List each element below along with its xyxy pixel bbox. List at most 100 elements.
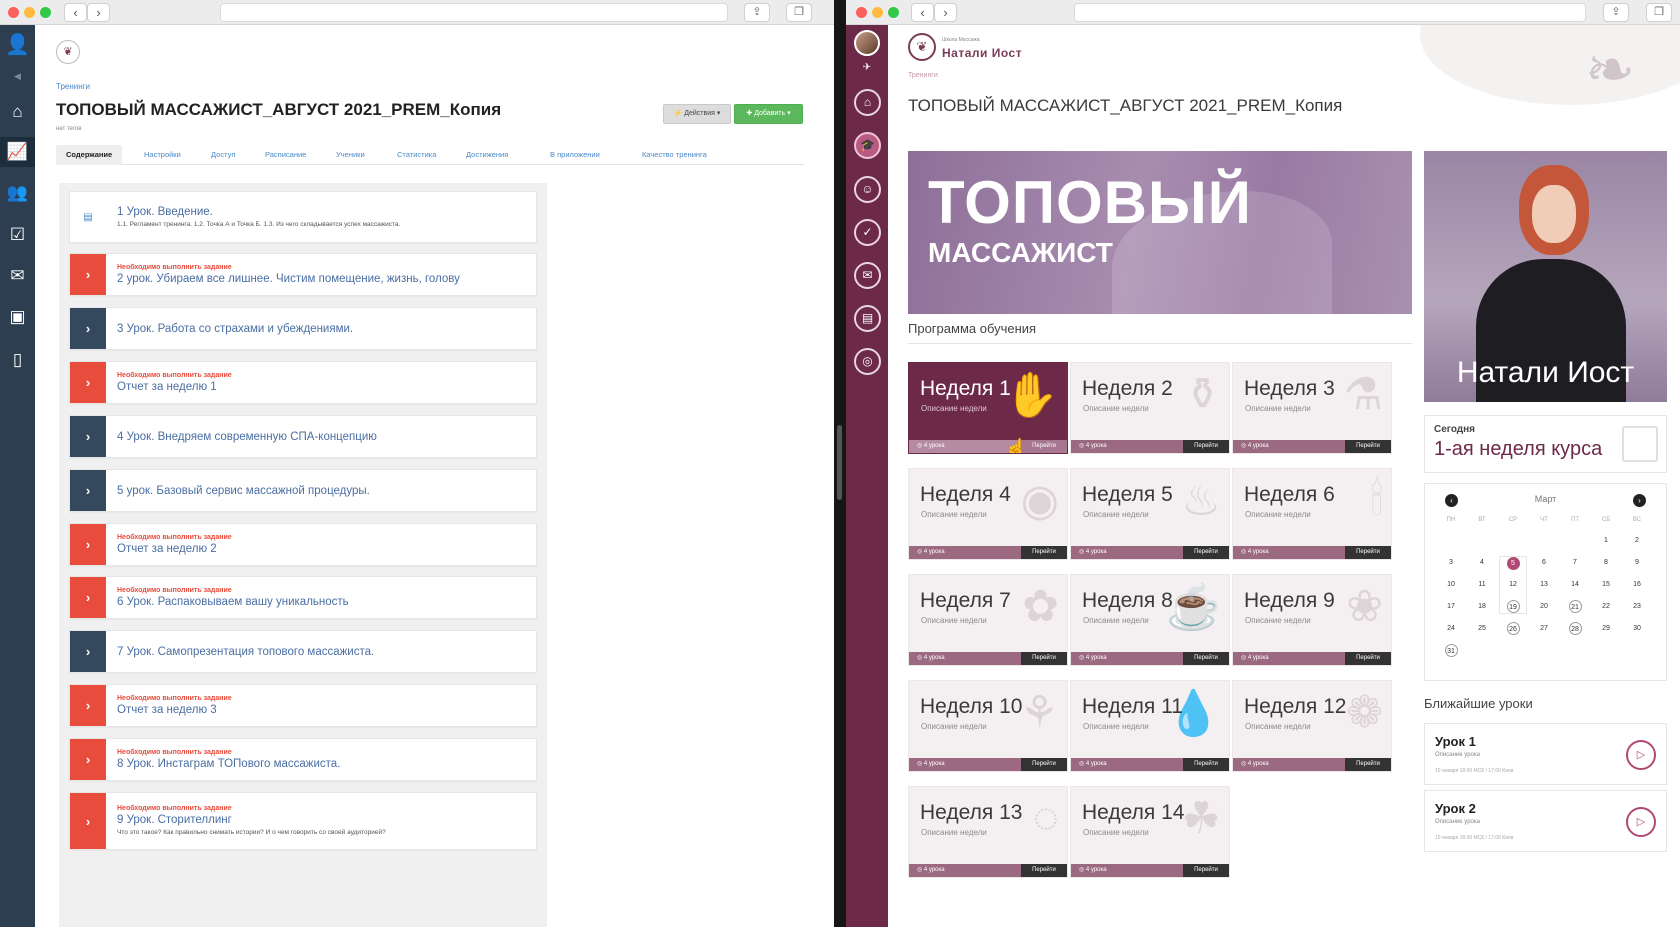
tab-schedule[interactable]: Расписание — [265, 145, 306, 165]
collapse-icon[interactable]: ◀ — [0, 61, 35, 91]
address-bar[interactable] — [220, 3, 728, 22]
week-go-button[interactable]: Перейти — [1021, 758, 1067, 771]
mobile-icon[interactable]: ▯ — [0, 345, 35, 375]
calendar-day[interactable]: 23 — [1623, 600, 1651, 613]
week-card[interactable]: 💧 Неделя 11 Описание недели ◎ 4 урока Перейт… — [1070, 680, 1230, 772]
week-card[interactable]: ❀ Неделя 9 Описание недели ◎ 4 урока Перейти — [1232, 574, 1392, 666]
tabs-icon[interactable]: ❐ — [1646, 3, 1672, 22]
week-go-button[interactable]: Перейти — [1021, 440, 1067, 453]
week-go-button[interactable]: Перейти — [1021, 546, 1067, 559]
week-go-button[interactable]: Перейти — [1345, 440, 1391, 453]
upcoming-lesson-card[interactable]: Урок 1 Описание урока 10 января 18:00 МСК … — [1424, 723, 1667, 785]
address-bar[interactable] — [1074, 3, 1586, 22]
calendar-day[interactable]: 3 — [1437, 556, 1465, 569]
maximize-window-button[interactable] — [40, 7, 51, 18]
week-go-button[interactable]: Перейти — [1021, 864, 1067, 877]
week-go-button[interactable]: Перейти — [1183, 758, 1229, 771]
week-card[interactable]: ✋ Неделя 1 Описание недели ◎ 4 урока Перейти… — [908, 362, 1068, 454]
lesson-title[interactable]: 5 урок. Базовый сервис массажной процеду… — [117, 485, 530, 497]
calendar-day[interactable]: 31 — [1437, 644, 1465, 658]
calendar-day[interactable]: 18 — [1468, 600, 1496, 613]
lesson-row[interactable]: › 4 Урок. Внедряем современную СПА-концеп… — [69, 415, 537, 458]
users-icon[interactable]: 👥 — [0, 178, 35, 208]
calendar-day[interactable]: 27 — [1530, 622, 1558, 635]
mail-icon[interactable]: ✉ — [0, 261, 35, 291]
calendar-day[interactable]: 10 — [1437, 578, 1465, 591]
tab-students[interactable]: Ученики — [336, 145, 365, 165]
lesson-row[interactable]: › Необходимо выполнить задание Отчет за не… — [69, 361, 537, 404]
chat-icon[interactable]: ✉ — [854, 262, 881, 289]
lesson-row[interactable]: › 3 Урок. Работа со страхами и убеждениям… — [69, 307, 537, 350]
forward-icon[interactable]: › — [934, 3, 957, 22]
week-card[interactable]: ⚗ Неделя 3 Описание недели ◎ 4 урока Перейти — [1232, 362, 1392, 454]
calendar-day[interactable]: 7 — [1561, 556, 1589, 569]
tasks-icon[interactable]: ☑ — [0, 220, 35, 250]
lesson-title[interactable]: 6 Урок. Распаковываем вашу уникальность — [117, 596, 530, 608]
target-icon[interactable]: ◎ — [854, 348, 881, 375]
lesson-row[interactable]: › Необходимо выполнить задание 9 Урок. Сто… — [69, 792, 537, 850]
chevron-right-icon[interactable]: › — [70, 631, 106, 672]
chevron-right-icon[interactable]: › — [70, 524, 106, 565]
back-icon[interactable]: ‹ — [64, 3, 87, 22]
chevron-right-icon[interactable]: › — [70, 416, 106, 457]
chevron-right-icon[interactable]: › — [70, 254, 106, 295]
chevron-right-icon[interactable]: › — [70, 470, 106, 511]
calendar-day[interactable]: 28 — [1561, 622, 1589, 636]
tab-access[interactable]: Доступ — [211, 145, 235, 165]
forward-icon[interactable]: › — [87, 3, 110, 22]
close-window-button[interactable] — [856, 7, 867, 18]
profile-icon[interactable]: ☺ — [854, 176, 881, 203]
week-go-button[interactable]: Перейти — [1345, 758, 1391, 771]
close-window-button[interactable] — [8, 7, 19, 18]
chart-icon[interactable]: 📈 — [0, 137, 35, 167]
share-icon[interactable]: ⇪ — [744, 3, 770, 22]
tab-settings[interactable]: Настройки — [144, 145, 181, 165]
week-card[interactable]: ☕ Неделя 8 Описание недели ◎ 4 урока Перейти — [1070, 574, 1230, 666]
calendar-day[interactable]: 2 — [1623, 534, 1651, 547]
lesson-title[interactable]: 2 урок. Убираем все лишнее. Чистим помещ… — [117, 273, 530, 285]
money-icon[interactable]: ▣ — [0, 302, 35, 332]
lesson-row[interactable]: › Необходимо выполнить задание Отчет за не… — [69, 684, 537, 727]
lesson-title[interactable]: Отчет за неделю 3 — [117, 704, 530, 716]
calendar-day[interactable]: 30 — [1623, 622, 1651, 635]
upcoming-lesson-card[interactable]: Урок 2 Описание урока 10 января 18:00 МСК … — [1424, 790, 1667, 852]
minimize-window-button[interactable] — [872, 7, 883, 18]
calendar-day[interactable]: 19 — [1499, 600, 1527, 614]
calendar-day[interactable]: 8 — [1592, 556, 1620, 569]
calendar-day[interactable]: 20 — [1530, 600, 1558, 613]
education-icon[interactable]: 🎓 — [854, 132, 881, 159]
calendar-day[interactable]: 6 — [1530, 556, 1558, 569]
play-icon[interactable]: ▷ — [1626, 807, 1656, 837]
home-icon[interactable]: ⌂ — [0, 97, 35, 127]
lesson-row[interactable]: › Необходимо выполнить задание 8 Урок. Инс… — [69, 738, 537, 781]
week-go-button[interactable]: Перейти — [1183, 864, 1229, 877]
lesson-title[interactable]: Отчет за неделю 1 — [117, 381, 530, 393]
week-go-button[interactable]: Перейти — [1345, 652, 1391, 665]
calendar-day[interactable]: 14 — [1561, 578, 1589, 591]
tab-statistics[interactable]: Статистика — [397, 145, 436, 165]
lesson-title[interactable]: 4 Урок. Внедряем современную СПА-концепц… — [117, 431, 530, 443]
week-go-button[interactable]: Перейти — [1183, 546, 1229, 559]
tab-quality[interactable]: Качество тренинга — [642, 145, 707, 165]
calendar-day[interactable]: 9 — [1623, 556, 1651, 569]
week-go-button[interactable]: Перейти — [1021, 652, 1067, 665]
week-card[interactable]: ✿ Неделя 7 Описание недели ◎ 4 урока Перейти — [908, 574, 1068, 666]
add-button[interactable]: ✚ Добавить ▾ — [734, 104, 803, 124]
calendar-day[interactable]: 1 — [1592, 534, 1620, 547]
calendar-day[interactable]: 26 — [1499, 622, 1527, 636]
minimize-window-button[interactable] — [24, 7, 35, 18]
week-go-button[interactable]: Перейти — [1345, 546, 1391, 559]
calendar-day[interactable]: 29 — [1592, 622, 1620, 635]
pin-icon[interactable]: ✈ — [846, 62, 888, 73]
profile-icon[interactable]: 👤 — [0, 30, 35, 60]
tab-content[interactable]: Содержание — [56, 145, 123, 165]
week-card[interactable]: 🕯 Неделя 6 Описание недели ◎ 4 урока Перейти — [1232, 468, 1392, 560]
week-card[interactable]: ♨ Неделя 5 Описание недели ◎ 4 урока Перейти — [1070, 468, 1230, 560]
tab-in-app[interactable]: В приложении — [550, 145, 600, 165]
avatar[interactable] — [854, 30, 880, 56]
breadcrumb[interactable]: Тренинги — [908, 72, 938, 79]
actions-button[interactable]: ⚡ Действия ▾ — [663, 104, 731, 124]
share-icon[interactable]: ⇪ — [1603, 3, 1629, 22]
week-go-button[interactable]: Перейти — [1183, 652, 1229, 665]
week-card[interactable]: ☘ Неделя 14 Описание недели ◎ 4 урока Перейт… — [1070, 786, 1230, 878]
